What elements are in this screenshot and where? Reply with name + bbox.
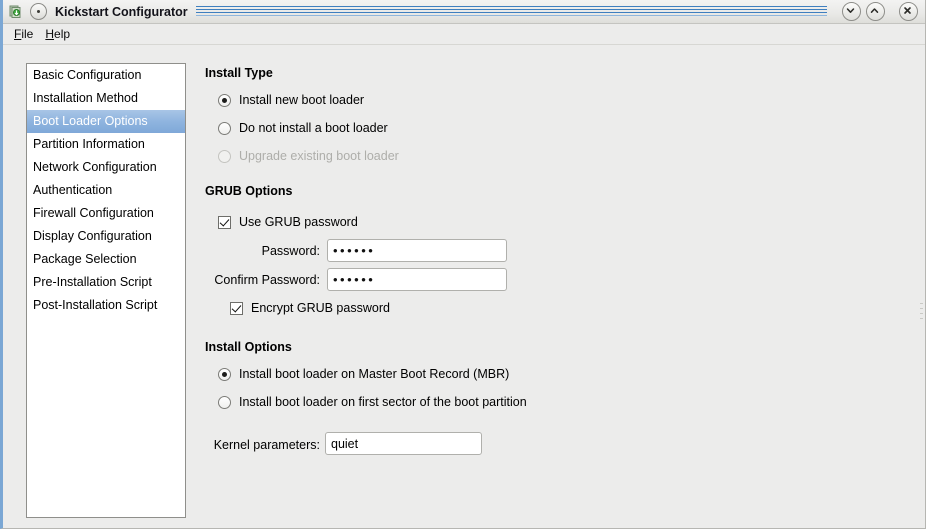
sidebar-item-display-configuration[interactable]: Display Configuration [27,225,185,248]
title-bar-stripes [195,5,827,18]
sidebar-item-network-configuration[interactable]: Network Configuration [27,156,185,179]
password-label: Password: [261,244,320,258]
radio-label: Install new boot loader [239,93,365,107]
radio-label: Install boot loader on first sector of t… [239,395,527,409]
radio-install-new-boot-loader[interactable]: Install new boot loader [218,93,364,107]
radio-indicator[interactable] [218,367,231,381]
confirm-password-input[interactable]: •••••• [327,268,507,291]
radio-indicator [218,149,231,163]
sidebar-item-pre-installation-script[interactable]: Pre-Installation Script [27,271,185,294]
checkbox-label: Use GRUB password [239,215,358,229]
radio-upgrade-existing-boot-loader: Upgrade existing boot loader [218,149,399,163]
radio-indicator[interactable] [218,121,231,135]
window-title: Kickstart Configurator [55,4,188,19]
radio-indicator[interactable] [218,93,231,107]
maximize-button[interactable] [866,2,885,21]
password-input[interactable]: •••••• [327,239,507,262]
sidebar-item-firewall-configuration[interactable]: Firewall Configuration [27,202,185,225]
sidebar-item-authentication[interactable]: Authentication [27,179,185,202]
sidebar-item-partition-information[interactable]: Partition Information [27,133,185,156]
install-type-heading: Install Type [205,66,273,80]
radio-label: Upgrade existing boot loader [239,149,399,163]
sidebar-item-post-installation-script[interactable]: Post-Installation Script [27,294,185,317]
menu-bar: File Help [3,24,925,45]
checkbox-use-grub-password[interactable]: Use GRUB password [218,215,358,229]
checkbox-indicator[interactable] [218,215,231,229]
title-bar: Kickstart Configurator [3,0,925,24]
radio-install-on-first-sector[interactable]: Install boot loader on first sector of t… [218,395,527,409]
close-button[interactable] [899,2,918,21]
minimize-button[interactable] [842,2,861,21]
kernel-parameters-label: Kernel parameters: [213,438,320,452]
radio-install-on-mbr[interactable]: Install boot loader on Master Boot Recor… [218,367,509,381]
radio-do-not-install-boot-loader[interactable]: Do not install a boot loader [218,121,388,135]
sidebar-item-basic-configuration[interactable]: Basic Configuration [27,64,185,87]
confirm-password-label: Confirm Password: [214,273,320,287]
grub-options-heading: GRUB Options [205,184,293,198]
menu-help-mnemonic: H [45,27,55,41]
navigation-list[interactable]: Basic Configuration Installation Method … [26,63,186,518]
password-value: •••••• [333,243,376,258]
sidebar-item-package-selection[interactable]: Package Selection [27,248,185,271]
options-pane: Install Type Install new boot loader Do … [205,45,915,528]
application-window: Kickstart Configurator File Help Basic C… [0,0,926,529]
menu-help-rest: elp [54,27,71,41]
radio-label: Install boot loader on Master Boot Recor… [239,367,510,381]
checkbox-label: Encrypt GRUB password [251,301,390,315]
content-area: Basic Configuration Installation Method … [3,45,925,528]
kernel-parameters-value: quiet [331,436,359,451]
pane-edge-marks [920,303,923,325]
checkbox-encrypt-grub-password[interactable]: Encrypt GRUB password [230,301,390,315]
menu-file-rest: ile [21,27,34,41]
menu-item-file[interactable]: File [11,26,42,42]
kernel-parameters-input[interactable]: quiet [325,432,482,455]
radio-label: Do not install a boot loader [239,121,388,135]
kickstart-icon [9,4,25,20]
confirm-password-value: •••••• [333,272,376,287]
radio-indicator[interactable] [218,395,231,409]
sidebar-item-installation-method[interactable]: Installation Method [27,87,185,110]
window-menu-icon[interactable] [30,3,47,20]
chevron-up-icon [870,8,879,13]
install-options-heading: Install Options [205,340,292,354]
menu-item-help[interactable]: Help [42,26,79,42]
chevron-down-icon [846,8,855,13]
sidebar-item-boot-loader-options[interactable]: Boot Loader Options [27,110,185,133]
checkbox-indicator[interactable] [230,301,243,315]
close-x-icon [904,7,911,14]
